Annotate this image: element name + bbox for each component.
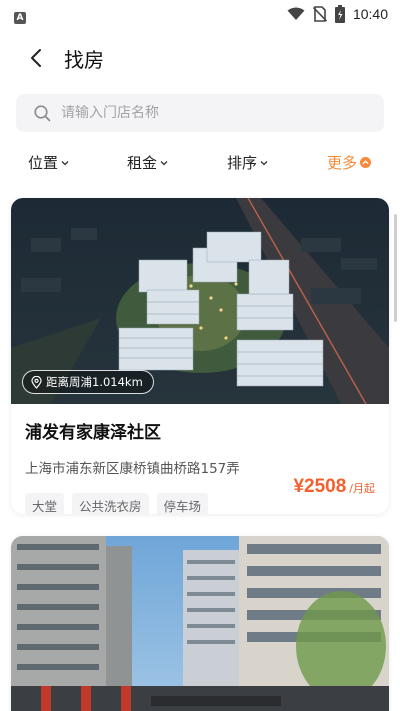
location-pin-icon <box>31 375 42 389</box>
distance-badge: 距离周浦1.014km <box>22 370 154 394</box>
chevron-down-icon <box>61 160 69 165</box>
price-value: ¥2508 <box>293 476 347 497</box>
listing-photo <box>11 536 389 711</box>
amenity-tag: 停车场 <box>156 493 209 514</box>
filter-label: 租金 <box>127 154 158 172</box>
filter-label: 排序 <box>227 154 258 172</box>
filter-location[interactable]: 位置 <box>28 152 69 173</box>
battery-charging-icon <box>334 5 345 23</box>
page-title: 找房 <box>64 47 104 72</box>
listing-info: 浦发有家康泽社区 上海市浦东新区康桥镇曲桥路157弄 大堂 公共洗衣房 停车场 … <box>11 404 389 514</box>
wifi-icon <box>287 7 305 20</box>
chevron-left-icon <box>31 49 41 67</box>
listing-title: 浦发有家康泽社区 <box>25 423 161 443</box>
search-input[interactable] <box>61 105 361 121</box>
listing-photo: 距离周浦1.014km <box>11 198 389 404</box>
price-unit: /月起 <box>349 482 375 495</box>
listing-address: 上海市浦东新区康桥镇曲桥路157弄 <box>25 461 240 477</box>
listing-price: ¥2508 /月起 <box>293 476 375 498</box>
distance-text: 距离周浦1.014km <box>46 375 143 389</box>
filter-more[interactable]: 更多 <box>327 152 372 173</box>
back-button[interactable] <box>14 36 58 80</box>
listing-card[interactable]: 距离周浦1.014km 浦发有家康泽社区 上海市浦东新区康桥镇曲桥路157弄 大… <box>11 198 389 514</box>
no-sim-icon <box>312 6 327 22</box>
search-icon <box>34 104 51 121</box>
listing-card[interactable] <box>11 536 389 711</box>
amenity-tag: 公共洗衣房 <box>72 493 149 514</box>
filter-label: 位置 <box>28 154 59 172</box>
chevron-down-icon <box>160 160 168 165</box>
search-box[interactable] <box>16 94 384 132</box>
filter-sort[interactable]: 排序 <box>227 152 268 173</box>
filter-label: 更多 <box>327 154 358 172</box>
chevron-down-icon <box>260 160 268 165</box>
status-left: A <box>14 5 26 24</box>
filter-rent[interactable]: 租金 <box>127 152 168 173</box>
filter-bar: 位置 租金 排序 更多 <box>0 146 400 180</box>
app-notification-icon: A <box>14 11 26 24</box>
amenity-tag: 大堂 <box>25 493 65 514</box>
header: 找房 <box>0 36 400 80</box>
scrollbar[interactable] <box>394 214 397 322</box>
status-bar: A 10:40 <box>0 0 400 28</box>
chevron-down-circle-icon <box>360 157 372 168</box>
status-time: 10:40 <box>352 6 388 22</box>
status-right: 10:40 <box>287 5 388 23</box>
